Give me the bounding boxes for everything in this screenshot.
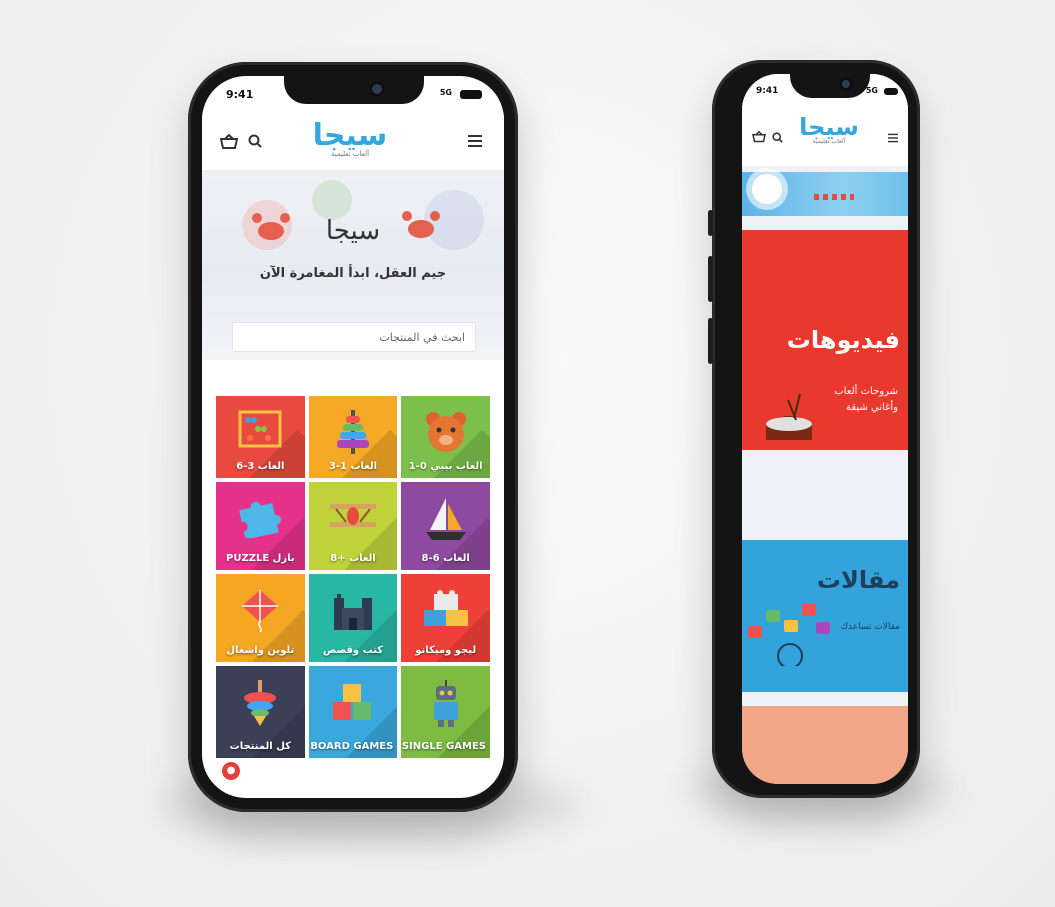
right-phone-frame: 9:41 5G سيجا ألعاب تعليمية فيديوهات شروح… (708, 60, 920, 798)
category-label: العاب 1-3 (328, 461, 378, 472)
notification-bell-icon[interactable]: ● (222, 762, 240, 780)
teddy-bear-icon (425, 412, 466, 452)
search-icon[interactable] (772, 130, 783, 146)
volume-button (708, 256, 713, 302)
left-phone-frame: 9:41 5G سيجا ألعاب تعليمية سيجا جيم العق… (188, 62, 518, 812)
volume-button (708, 210, 713, 236)
camera-icon (372, 84, 382, 94)
category-label: بازل PUZZLE (226, 553, 295, 564)
kite-icon (242, 590, 279, 633)
cubes-icon (332, 684, 371, 720)
robot-icon (433, 680, 458, 727)
product-showcase: 9:41 5G سيجا ألعاب تعليمية سيجا جيم العق… (0, 0, 1055, 907)
spinning-top-icon (244, 680, 277, 726)
category-tile[interactable]: ليجو وميكانو (401, 574, 490, 662)
videos-banner[interactable]: فيديوهات شروحات ألعاب وأغاني شيقة (742, 230, 908, 450)
search-icon[interactable] (248, 134, 262, 151)
category-label: كتب وقصص (322, 645, 384, 656)
logo-word: سيجا (312, 118, 388, 153)
site-logo[interactable]: سيجا ألعاب تعليمية (300, 118, 400, 159)
videos-title: فيديوهات (786, 326, 900, 354)
hero-blob (312, 180, 352, 220)
ring-stacker-icon (336, 410, 369, 454)
videos-subtitle-1: شروحات ألعاب (834, 386, 898, 397)
logo-word: سيجا (799, 113, 859, 141)
category-grid: العاب 3-6 العاب 1-3 العاب بيبي 0-1 بازل … (216, 396, 490, 758)
castle-icon (333, 594, 372, 630)
category-tile[interactable]: BOARD GAMES (308, 666, 398, 758)
puzzle-piece-icon (239, 501, 282, 538)
abacus-icon (238, 410, 282, 448)
category-label: ليجو وميكانو (415, 645, 477, 656)
category-tile[interactable]: كل المنتجات (216, 666, 305, 758)
cart-icon[interactable] (752, 130, 766, 146)
category-label: العاب +8 (330, 553, 376, 564)
flower-banner (742, 172, 908, 216)
flower-icon (752, 174, 782, 204)
hero-brand: سيجا (325, 216, 381, 246)
category-label: العاب 3-6 (236, 461, 285, 472)
videos-subtitle-2: وأغاني شيقة (846, 402, 898, 413)
lego-blocks-icon (423, 590, 468, 626)
battery-icon (460, 90, 482, 99)
category-label: كل المنتجات (229, 741, 291, 752)
category-tile[interactable]: تلوين واشغال (216, 574, 305, 662)
category-label: BOARD GAMES (310, 741, 394, 752)
chat-bubbles-icon (748, 604, 830, 666)
app-header: سيجا ألعاب تعليمية (742, 100, 908, 166)
category-label: SINGLE GAMES (401, 741, 486, 752)
category-tile[interactable]: بازل PUZZLE (216, 482, 305, 570)
site-logo[interactable]: سيجا ألعاب تعليمية (796, 114, 862, 145)
drum-icon (766, 393, 812, 440)
category-label: تلوين واشغال (226, 645, 295, 656)
articles-title: مقالات (816, 566, 900, 594)
app-header: سيجا ألعاب تعليمية (202, 112, 504, 168)
status-time: 9:41 (756, 86, 779, 96)
hero-tagline: جيم العقل، ابدأ المغامرة الآن (259, 266, 447, 281)
right-phone-screen: 9:41 5G سيجا ألعاب تعليمية فيديوهات شروح… (742, 74, 908, 784)
category-tile[interactable]: كتب وقصص (308, 574, 398, 662)
status-network: 5G (439, 88, 452, 97)
articles-subtitle: مقالات تساعدك (840, 622, 900, 632)
category-tile[interactable]: العاب بيبي 0-1 (401, 396, 490, 478)
notch (284, 76, 424, 104)
articles-banner[interactable]: مقالات مقالات تساعدك (742, 540, 908, 692)
menu-icon[interactable] (468, 134, 482, 150)
cart-icon[interactable] (219, 133, 239, 153)
status-time: 9:41 (226, 88, 254, 101)
bead-icon (814, 194, 854, 200)
category-tile[interactable]: العاب 6-8 (401, 482, 490, 570)
status-network: 5G (865, 86, 878, 95)
camera-icon (842, 80, 850, 88)
volume-button (708, 318, 713, 364)
category-label: العاب 6-8 (421, 553, 470, 564)
battery-icon (884, 88, 898, 95)
airplane-icon (329, 504, 376, 527)
search-input[interactable]: ابحث في المنتجات (232, 322, 476, 352)
category-tile[interactable]: العاب 1-3 (308, 396, 398, 478)
category-tile[interactable]: العاب 3-6 (216, 396, 305, 478)
footer-banner (742, 706, 908, 784)
menu-icon[interactable] (888, 130, 898, 146)
category-label: العاب بيبي 0-1 (408, 461, 483, 472)
sailboat-icon (425, 498, 466, 540)
category-tile[interactable]: العاب +8 (308, 482, 398, 570)
notch (790, 74, 870, 98)
left-phone-screen: 9:41 5G سيجا ألعاب تعليمية سيجا جيم العق… (202, 76, 504, 798)
category-tile[interactable]: SINGLE GAMES (401, 666, 490, 758)
